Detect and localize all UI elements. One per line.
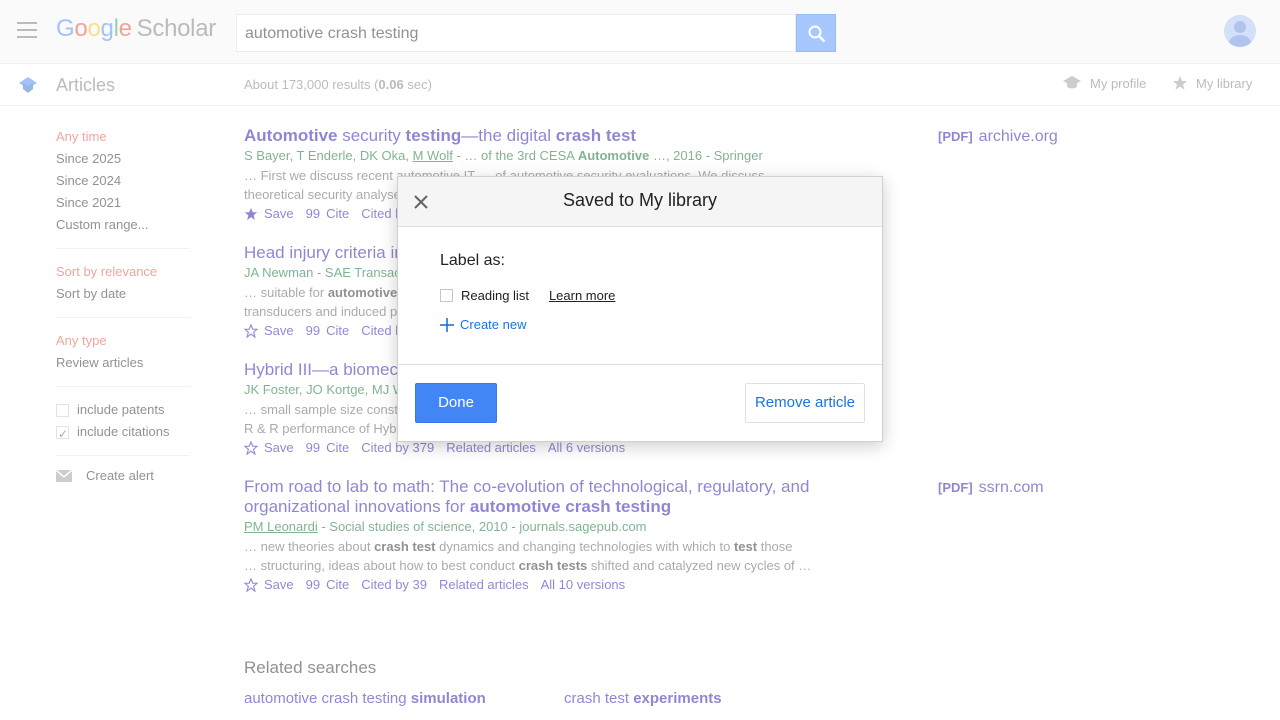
dialog-footer: Done Remove article <box>398 365 882 441</box>
create-new-label-button[interactable]: Create new <box>440 317 840 332</box>
reading-list-label: Reading list <box>461 288 529 303</box>
done-button[interactable]: Done <box>415 383 497 423</box>
plus-icon <box>440 317 454 332</box>
saved-to-library-dialog: Saved to My library Label as: Reading li… <box>397 176 883 442</box>
reading-list-checkbox[interactable] <box>440 289 453 302</box>
dialog-header: Saved to My library <box>398 177 882 227</box>
reading-list-option[interactable]: Reading list Learn more <box>440 288 840 303</box>
label-as-heading: Label as: <box>440 252 505 269</box>
remove-article-button[interactable]: Remove article <box>745 383 865 423</box>
dialog-body: Label as: Reading list Learn more Create… <box>398 227 882 365</box>
learn-more-link[interactable]: Learn more <box>549 288 615 303</box>
dialog-title: Saved to My library <box>562 190 718 210</box>
